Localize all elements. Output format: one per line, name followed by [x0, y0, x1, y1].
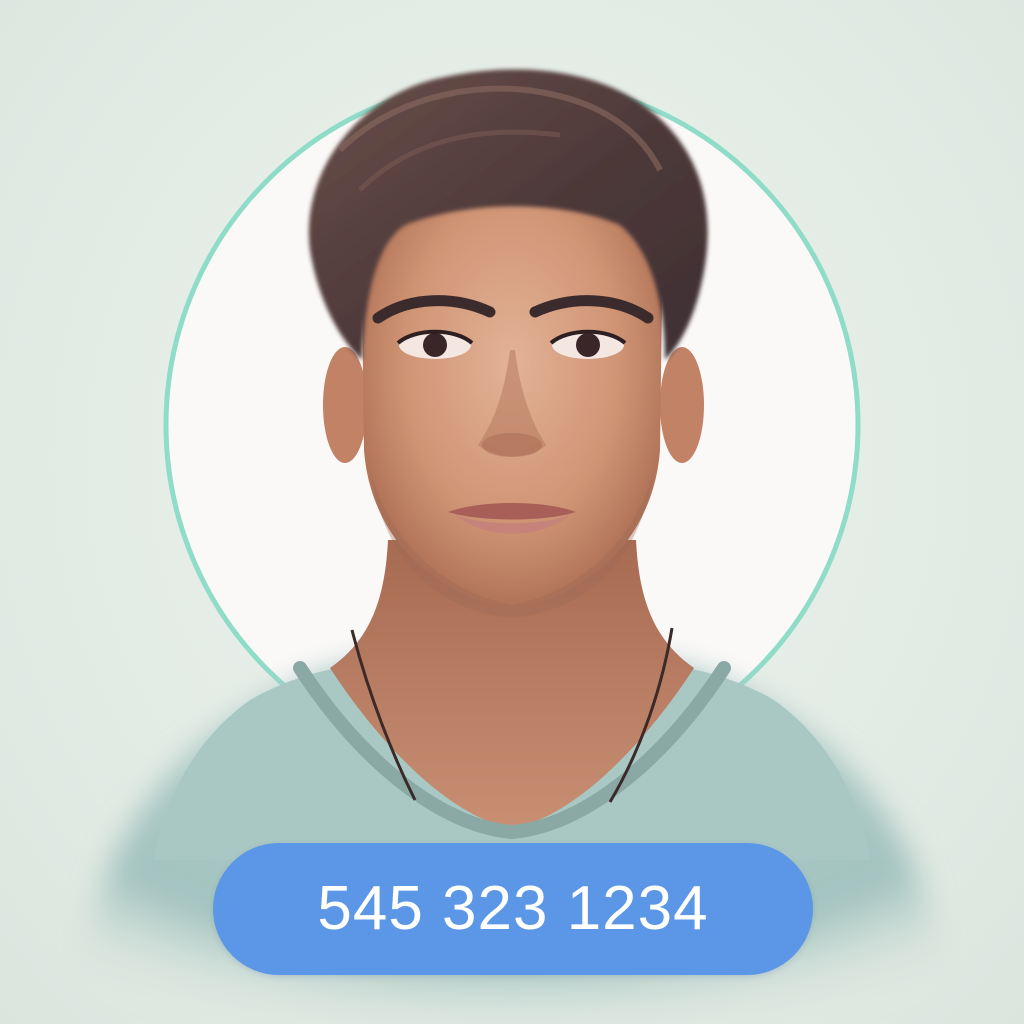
contact-card: 545 323 1234 — [0, 0, 1024, 1024]
phone-number-button[interactable]: 545 323 1234 — [213, 843, 813, 975]
phone-number-label: 545 323 1234 — [317, 874, 709, 943]
